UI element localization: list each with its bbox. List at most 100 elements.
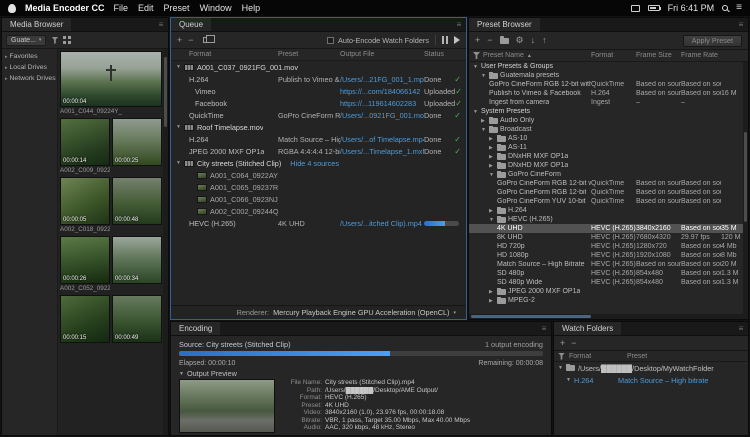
tree-item[interactable]: ▸ Favorites (2, 51, 57, 62)
queue-row[interactable]: ▼ A001_C064_0922AY_001 ✓ (171, 169, 466, 181)
media-clip[interactable]: 00:00:49 (111, 294, 163, 353)
disclosure-icon[interactable]: ▸ (5, 76, 8, 82)
media-clip[interactable]: 00:00:25 (111, 117, 163, 176)
spotlight-search-icon[interactable] (722, 5, 728, 11)
preset-row[interactable]: GoPro CineForm RGB 12-bit QuickTime Base… (469, 188, 748, 197)
preset-row[interactable]: SD 480p HEVC (H.265) 854x480 Based on so… (469, 269, 748, 278)
duplicate-button[interactable] (203, 37, 210, 43)
tree-item[interactable]: ▸ Local Drives (2, 62, 57, 73)
queue-row[interactable]: ▼ A002_C002_09244Q_001 ✓ (171, 205, 466, 217)
output-preview-header[interactable]: ▼ Output Preview (179, 368, 543, 379)
disclosure-icon[interactable]: ▼ (481, 73, 487, 79)
add-source-button[interactable]: + (177, 36, 182, 45)
clip-thumbnail[interactable]: 00:00:49 (112, 295, 162, 343)
column-frame-size[interactable]: Frame Size (636, 52, 681, 59)
preset-row[interactable]: ▶ AS-11 (469, 143, 748, 152)
menu-item[interactable]: Edit (138, 3, 154, 13)
clip-thumbnail[interactable]: 00:00:25 (112, 118, 162, 166)
disclosure-icon[interactable]: ▶ (489, 136, 495, 142)
queue-row[interactable]: ▼ JPEG 2000 MXF OP1a RGBA 4:4:4:4 12-bit… (171, 145, 466, 157)
menu-item[interactable]: Window (200, 3, 232, 13)
tab-watch-folders[interactable]: Watch Folders (554, 322, 621, 335)
apply-preset-button[interactable]: Apply Preset (683, 35, 742, 47)
disclosure-icon[interactable]: ▶ (489, 208, 495, 214)
preset-row[interactable]: ▶ DNxHD MXF OP1a (469, 161, 748, 170)
panel-menu-icon[interactable]: ≡ (734, 322, 748, 335)
output-file-link[interactable]: https://...com/184066142 (340, 87, 424, 96)
preset-row[interactable]: ▶ JPEG 2000 MXF OP1a (469, 287, 748, 296)
filter-icon[interactable] (51, 37, 58, 44)
output-file-link[interactable]: /Users/...21FG_001_1.mp4 (340, 75, 424, 84)
source-filter-dropdown[interactable]: Guate... ▾ (6, 35, 46, 46)
queue-row[interactable]: ▼ HEVC (H.265) 4K UHD /Users/...itched C… (171, 217, 466, 229)
preset-row[interactable]: ▼ Broadcast (469, 125, 748, 134)
disclosure-icon[interactable]: ▸ (5, 65, 8, 71)
tab-encoding[interactable]: Encoding (171, 322, 220, 335)
queue-row[interactable]: ▼ Facebook https://...119614602283 Uploa… (171, 97, 466, 109)
auto-encode-checkbox[interactable] (327, 37, 334, 44)
start-queue-button[interactable] (454, 36, 460, 44)
preset-browser-hscrollbar[interactable] (469, 314, 748, 319)
panel-menu-icon[interactable]: ≡ (734, 18, 748, 31)
output-file-link[interactable]: /Users/...itched Clip).mp4 (340, 219, 424, 228)
preset-row[interactable]: 4K UHD HEVC (H.265) 3840x2160 Based on s… (469, 224, 748, 233)
menu-item[interactable]: Preset (164, 3, 190, 13)
menu-item[interactable]: File (114, 3, 129, 13)
menu-item[interactable]: Help (242, 3, 261, 13)
tab-media-browser[interactable]: Media Browser (2, 18, 71, 31)
tab-preset-browser[interactable]: Preset Browser (469, 18, 540, 31)
output-file-link[interactable]: /Users/...of Timelapse.mp4 (340, 135, 424, 144)
disclosure-icon[interactable]: ▼ (176, 124, 181, 130)
disclosure-icon[interactable]: ▸ (5, 54, 8, 60)
notification-center-icon[interactable]: ≡ (736, 3, 742, 13)
column-status[interactable]: Status (424, 51, 466, 58)
disclosure-icon[interactable]: ▼ (566, 377, 571, 383)
media-clip[interactable]: 00:00:48 (111, 176, 163, 235)
column-preset[interactable]: Preset (627, 353, 748, 360)
disclosure-icon[interactable]: ▼ (489, 217, 495, 223)
disclosure-icon[interactable]: ▶ (489, 154, 495, 160)
queue-row[interactable]: ▼ H.264 Publish to Vimeo & Face... /User… (171, 73, 466, 85)
disclosure-icon[interactable]: ▼ (473, 64, 479, 70)
add-watch-folder-button[interactable]: + (560, 339, 565, 348)
column-format[interactable]: Format (569, 353, 623, 360)
disclosure-icon[interactable]: ▼ (176, 64, 181, 70)
format-label[interactable]: QuickTime (189, 111, 224, 120)
watch-preset-label[interactable]: Match Source – High bitrate (618, 376, 748, 385)
preset-row[interactable]: Publish to Vimeo & Facebook H.264 Based … (469, 89, 748, 98)
delete-preset-button[interactable]: − (487, 36, 492, 45)
panel-menu-icon[interactable]: ≡ (452, 18, 466, 31)
format-label[interactable]: Vimeo (195, 87, 216, 96)
preset-label[interactable]: RGBA 4:4:4:4 12-bit (8C... (278, 147, 340, 156)
disclosure-icon[interactable]: ▼ (481, 127, 487, 133)
preset-row[interactable]: ▼ GoPro CineForm (469, 170, 748, 179)
watch-folder-row[interactable]: ▼ /Users/██████/Desktop/MyWatchFolder (554, 362, 748, 374)
panel-menu-icon[interactable]: ≡ (537, 322, 551, 335)
column-format[interactable]: Format (176, 51, 278, 58)
format-label[interactable]: H.264 (189, 135, 208, 144)
renderer-dropdown[interactable]: Mercury Playback Engine GPU Acceleration… (273, 308, 449, 317)
preset-row[interactable]: ▼ Guatemala presets (469, 71, 748, 80)
clip-thumbnail[interactable]: 00:00:14 (60, 118, 110, 166)
preset-row[interactable]: ▶ AS-10 (469, 134, 748, 143)
output-file-link[interactable]: /Users/...0921FG_001.mov (340, 111, 424, 120)
preset-filter-icon[interactable] (473, 52, 480, 59)
queue-row[interactable]: ▼ A001_C037_0921FG_001.mov ✓ (171, 61, 466, 73)
preset-label[interactable]: Publish to Vimeo & Face... (278, 75, 340, 84)
disclosure-icon[interactable]: ▼ (179, 371, 184, 377)
column-preset[interactable]: Preset (278, 51, 340, 58)
column-output-file[interactable]: Output File (340, 51, 424, 58)
app-menu-title[interactable]: Media Encoder CC (25, 3, 105, 13)
clip-thumbnail[interactable]: 00:00:26 (60, 236, 110, 284)
format-label[interactable]: HEVC (H.265) (189, 219, 236, 228)
media-clip[interactable]: 00:00:04 A001_C044_09224Y_ (59, 50, 163, 117)
preset-row[interactable]: ▼ System Presets (469, 107, 748, 116)
preset-browser-scrollbar[interactable] (743, 62, 748, 314)
remove-button[interactable]: − (188, 36, 193, 45)
preset-label[interactable]: 4K UHD (278, 219, 340, 228)
clip-thumbnail[interactable]: 00:00:05 (60, 177, 110, 225)
format-label[interactable]: H.264 (189, 75, 208, 84)
queue-row[interactable]: ▼ Vimeo https://...com/184066142 Uploade… (171, 85, 466, 97)
export-preset-icon[interactable]: ↑ (542, 36, 547, 45)
disclosure-icon[interactable]: ▶ (481, 118, 487, 124)
